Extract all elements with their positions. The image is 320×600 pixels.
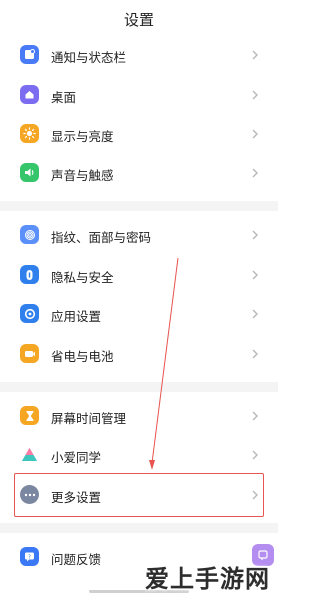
svg-text:?: ? — [28, 554, 31, 560]
settings-item-label: 桌面 — [51, 90, 77, 105]
section-divider — [0, 523, 278, 533]
home-icon — [20, 85, 39, 104]
settings-item-label: 通知与状态栏 — [51, 50, 127, 65]
chevron-right-icon — [252, 270, 258, 280]
page-title: 设置 — [123, 11, 154, 29]
sun-icon — [20, 124, 39, 143]
settings-item-battery[interactable]: 省电与电池 — [0, 335, 278, 373]
watermark: 爱上手游网 — [145, 565, 270, 593]
settings-item-notifications[interactable]: 通知与状态栏 — [0, 36, 278, 74]
settings-screen: 设置 通知与状态栏 桌面 显示与亮度 声音与触感 指纹、面部与密码 隐私与安全 … — [0, 0, 278, 600]
battery-icon — [20, 344, 39, 363]
chevron-right-icon — [252, 309, 258, 319]
highlight-box — [14, 473, 264, 517]
hourglass-icon — [20, 406, 39, 425]
xiaoai-icon — [20, 445, 39, 464]
settings-item-label: 显示与亮度 — [51, 129, 114, 144]
section-divider — [0, 201, 278, 211]
settings-item-label: 声音与触感 — [51, 168, 114, 183]
settings-item-display[interactable]: 显示与亮度 — [0, 115, 278, 153]
app-settings-icon — [20, 304, 39, 323]
settings-item-security[interactable]: 指纹、面部与密码 — [0, 216, 278, 254]
fingerprint-icon — [20, 225, 39, 244]
chevron-right-icon — [252, 230, 258, 240]
settings-item-label: 屏幕时间管理 — [51, 411, 127, 426]
settings-item-label: 隐私与安全 — [51, 270, 114, 285]
speaker-icon — [20, 163, 39, 182]
chevron-right-icon — [252, 50, 258, 60]
section-divider — [0, 382, 278, 392]
chevron-right-icon — [252, 349, 258, 359]
settings-item-label: 小爱同学 — [51, 450, 102, 465]
settings-item-apps[interactable]: 应用设置 — [0, 295, 278, 333]
feedback-icon: ? — [20, 547, 39, 566]
chevron-right-icon — [252, 129, 258, 139]
settings-item-privacy[interactable]: 隐私与安全 — [0, 256, 278, 294]
chevron-right-icon — [252, 411, 258, 421]
settings-item-label: 应用设置 — [51, 309, 102, 324]
privacy-icon — [20, 265, 39, 284]
notification-icon — [20, 45, 39, 64]
settings-item-desktop[interactable]: 桌面 — [0, 76, 278, 114]
settings-item-sound[interactable]: 声音与触感 — [0, 154, 278, 192]
settings-item-xiaoai[interactable]: 小爱同学 — [0, 436, 278, 474]
settings-item-screen-time[interactable]: 屏幕时间管理 — [0, 397, 278, 435]
settings-item-label: 指纹、面部与密码 — [51, 230, 152, 245]
settings-item-label: 省电与电池 — [51, 349, 114, 364]
chevron-right-icon — [252, 450, 258, 460]
chevron-right-icon — [252, 90, 258, 100]
chevron-right-icon — [252, 168, 258, 178]
settings-item-label: 问题反馈 — [51, 552, 102, 567]
